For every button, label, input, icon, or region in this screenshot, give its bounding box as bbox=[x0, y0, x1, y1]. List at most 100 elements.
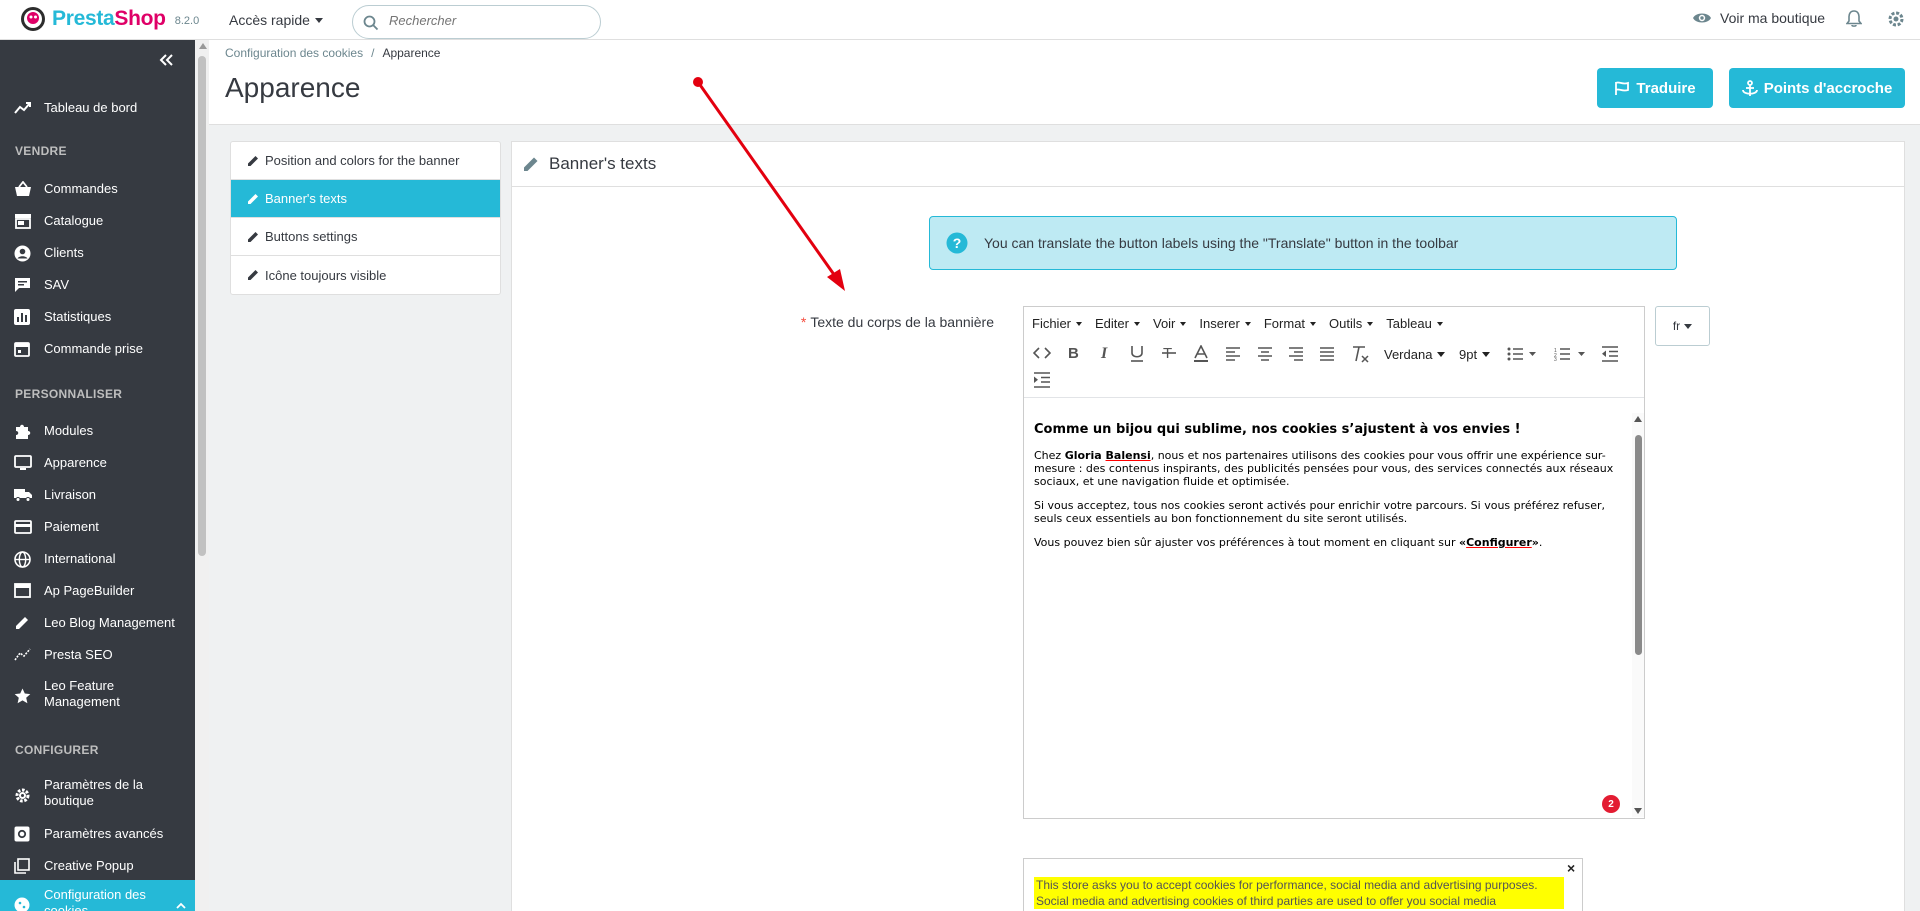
sidebar-item-label: Presta SEO bbox=[44, 647, 113, 662]
tab-icon-always-visible[interactable]: Icône toujours visible bbox=[231, 256, 500, 294]
editor-scroll-thumb[interactable] bbox=[1635, 435, 1642, 655]
menu-label: Tableau bbox=[1386, 316, 1432, 331]
configure-link[interactable]: Configurer bbox=[1466, 536, 1532, 549]
sidebar-item-label: Apparence bbox=[44, 455, 107, 470]
sidebar-item-shop-params[interactable]: Paramètres de la boutique bbox=[0, 770, 195, 818]
outdent-icon bbox=[1602, 346, 1618, 362]
align-right-button[interactable] bbox=[1288, 347, 1304, 361]
tab-label: Position and colors for the banner bbox=[265, 153, 460, 168]
prestashop-logo-icon bbox=[21, 7, 45, 31]
sidebar-item-orders[interactable]: Commandes bbox=[0, 173, 195, 205]
sidebar-item-label: Statistiques bbox=[44, 309, 112, 324]
menu-format[interactable]: Format bbox=[1264, 316, 1317, 331]
tab-position-colors[interactable]: Position and colors for the banner bbox=[231, 142, 500, 180]
sidebar-item-ap-pagebuilder[interactable]: Ap PageBuilder bbox=[0, 575, 195, 607]
sidebar-item-advanced-params[interactable]: Paramètres avancés bbox=[0, 818, 195, 850]
strikethrough-button[interactable]: T bbox=[1161, 345, 1177, 361]
text-run: Chez bbox=[1034, 449, 1065, 462]
source-code-button[interactable] bbox=[1033, 346, 1051, 360]
menu-tools[interactable]: Outils bbox=[1329, 316, 1374, 331]
star-icon bbox=[14, 688, 31, 704]
globe-icon bbox=[14, 551, 31, 568]
sidebar-item-dashboard[interactable]: Tableau de bord bbox=[0, 92, 195, 124]
menu-label: Fichier bbox=[1032, 316, 1072, 331]
menu-insert[interactable]: Inserer bbox=[1199, 316, 1251, 331]
sidebar-item-customers[interactable]: Clients bbox=[0, 237, 195, 269]
align-justify-button[interactable] bbox=[1319, 347, 1335, 361]
tab-buttons-settings[interactable]: Buttons settings bbox=[231, 218, 500, 256]
underline-button[interactable] bbox=[1129, 345, 1145, 362]
close-icon[interactable]: × bbox=[1567, 860, 1575, 876]
align-center-button[interactable] bbox=[1257, 347, 1273, 361]
sidebar-item-label: Livraison bbox=[44, 487, 97, 502]
sidebar-item-stats[interactable]: Statistiques bbox=[0, 301, 195, 333]
numbered-list-button[interactable]: 123 bbox=[1554, 347, 1586, 361]
tab-banner-texts[interactable]: Banner's texts bbox=[231, 180, 500, 218]
breadcrumb-parent-link[interactable]: Configuration des cookies bbox=[225, 46, 363, 60]
sidebar-item-catalog[interactable]: Catalogue bbox=[0, 205, 195, 237]
sidebar-item-sav[interactable]: SAV bbox=[0, 269, 195, 301]
view-shop-link[interactable]: Voir ma boutique bbox=[1692, 10, 1825, 26]
hooks-button[interactable]: Points d'accroche bbox=[1729, 68, 1905, 108]
panel-title: Banner's texts bbox=[549, 153, 657, 173]
sidebar-item-appearance[interactable]: Apparence bbox=[0, 447, 195, 479]
menu-table[interactable]: Tableau bbox=[1386, 316, 1443, 331]
font-size-value: 9pt bbox=[1459, 347, 1478, 362]
sidebar-item-order-taken[interactable]: Commande prise bbox=[0, 333, 195, 365]
sidebar-item-label: Paramètres avancés bbox=[44, 826, 164, 841]
hooks-button-label: Points d'accroche bbox=[1763, 79, 1893, 97]
sidebar-item-leo-blog[interactable]: Leo Blog Management bbox=[0, 607, 195, 639]
sidebar-scroll-thumb[interactable] bbox=[198, 56, 206, 556]
sidebar-item-presta-seo[interactable]: Presta SEO bbox=[0, 639, 195, 671]
clear-formatting-button[interactable] bbox=[1351, 345, 1371, 363]
menu-label: Outils bbox=[1329, 316, 1363, 331]
sidebar-item-payment[interactable]: Paiement bbox=[0, 511, 195, 543]
translate-button[interactable]: Traduire bbox=[1597, 68, 1713, 108]
collapse-sidebar-button[interactable] bbox=[158, 53, 174, 67]
notifications-button[interactable] bbox=[1846, 10, 1862, 28]
account-circle-icon bbox=[14, 245, 31, 262]
menu-file[interactable]: Fichier bbox=[1032, 316, 1083, 331]
font-family-select[interactable]: Verdana bbox=[1384, 347, 1446, 362]
chevron-down-icon bbox=[1367, 321, 1374, 326]
language-select[interactable]: fr bbox=[1655, 306, 1710, 346]
sidebar-item-international[interactable]: International bbox=[0, 543, 195, 575]
bullet-list-button[interactable] bbox=[1507, 347, 1537, 361]
prestashop-logo[interactable]: PrestaShop 8.2.0 bbox=[20, 6, 199, 32]
menu-view[interactable]: Voir bbox=[1153, 316, 1187, 331]
scroll-up-arrow[interactable] bbox=[199, 43, 207, 49]
spellcheck-badge[interactable]: 2 bbox=[1602, 795, 1620, 813]
search-box[interactable] bbox=[352, 5, 601, 39]
sidebar-item-creative-popup[interactable]: Creative Popup bbox=[0, 850, 195, 882]
quick-access-label: Accès rapide bbox=[229, 12, 310, 28]
sidebar-item-cookie-config[interactable]: Configuration des cookies bbox=[0, 880, 195, 911]
sidebar-item-shipping[interactable]: Livraison bbox=[0, 479, 195, 511]
bullet-list-icon bbox=[1507, 347, 1536, 361]
bold-button[interactable]: B bbox=[1066, 345, 1080, 361]
svg-text:?: ? bbox=[953, 235, 962, 251]
italic-icon: I bbox=[1100, 345, 1108, 361]
search-input[interactable] bbox=[389, 13, 589, 28]
indent-icon bbox=[1034, 372, 1050, 388]
italic-button[interactable]: I bbox=[1098, 345, 1112, 361]
indent-button[interactable] bbox=[1033, 372, 1051, 388]
text-color-icon bbox=[1194, 345, 1208, 362]
quick-access-dropdown[interactable]: Accès rapide bbox=[229, 12, 323, 28]
outdent-button[interactable] bbox=[1601, 346, 1619, 362]
editor-content[interactable]: Comme un bijou qui sublime, nos cookies … bbox=[1024, 413, 1634, 818]
sidebar-item-label: SAV bbox=[44, 277, 70, 292]
text-color-button[interactable] bbox=[1193, 345, 1209, 363]
rich-text-editor[interactable]: Fichier Editer Voir Inserer Format Outil… bbox=[1023, 306, 1645, 819]
app-name: PrestaShop bbox=[52, 7, 166, 30]
menu-edit[interactable]: Editer bbox=[1095, 316, 1140, 331]
settings-button[interactable] bbox=[1886, 9, 1906, 29]
align-left-button[interactable] bbox=[1225, 347, 1241, 361]
settings-box-icon bbox=[14, 826, 30, 842]
align-justify-icon bbox=[1320, 347, 1334, 361]
banner-paragraph-2: Si vous acceptez, tous nos cookies seron… bbox=[1034, 499, 1606, 525]
font-size-select[interactable]: 9pt bbox=[1459, 347, 1491, 362]
editor-toolbar: B I T Verdana 9pt 1 2 3 bbox=[1024, 340, 1644, 398]
brand-last: Balensi bbox=[1105, 449, 1151, 462]
sidebar-item-leo-feature[interactable]: Leo Feature Management bbox=[0, 671, 195, 719]
sidebar-item-modules[interactable]: Modules bbox=[0, 415, 195, 447]
